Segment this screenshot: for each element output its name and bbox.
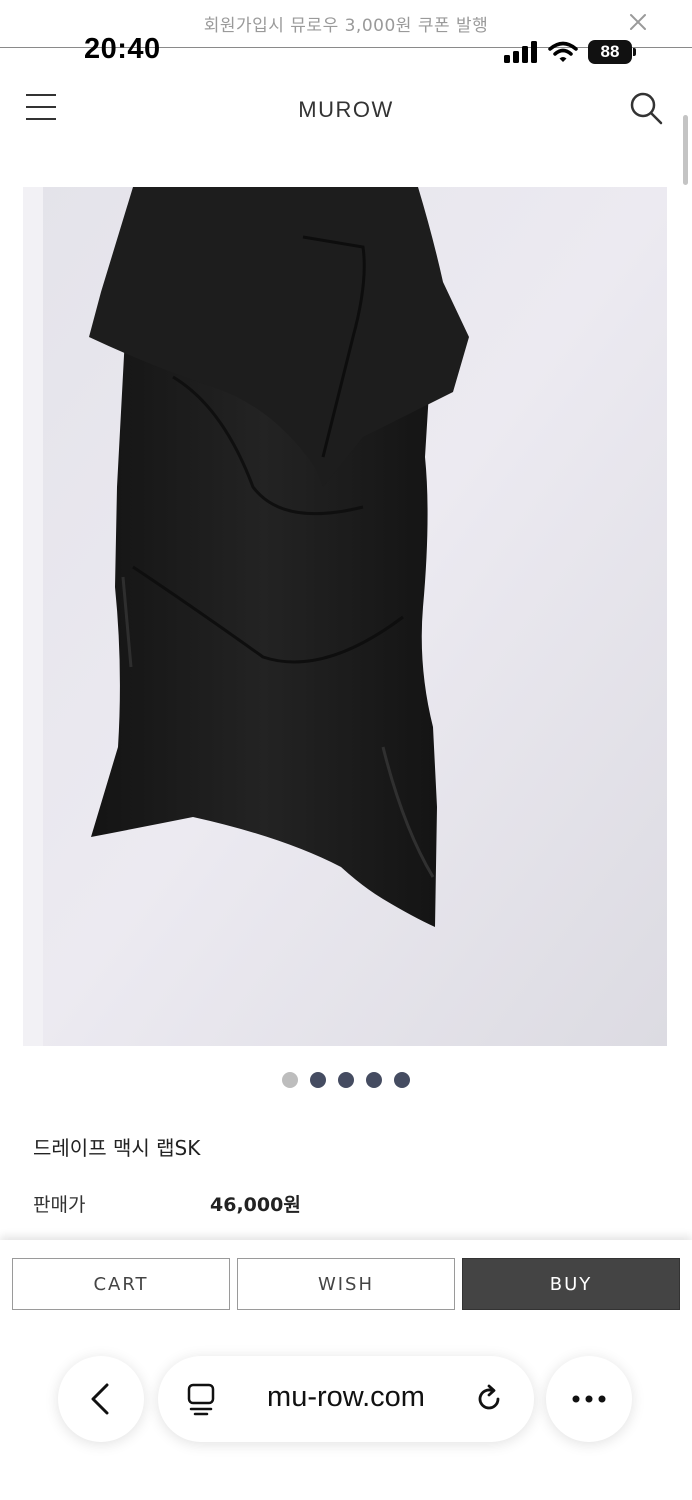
- address-bar[interactable]: mu-row.com: [158, 1356, 534, 1442]
- battery-icon: 88: [588, 40, 636, 64]
- cart-button[interactable]: CART: [12, 1258, 230, 1310]
- browser-toolbar: mu-row.com: [0, 1320, 692, 1500]
- status-icons: 88: [504, 38, 636, 66]
- more-options-button[interactable]: [546, 1356, 632, 1442]
- close-icon[interactable]: [626, 10, 650, 34]
- signal-icon: [504, 41, 537, 63]
- product-name: 드레이프 맥시 랩SK: [33, 1136, 201, 1160]
- carousel-dot[interactable]: [338, 1072, 354, 1088]
- product-image[interactable]: [23, 187, 667, 1046]
- site-logo[interactable]: MUROW: [0, 97, 692, 123]
- wish-button[interactable]: WISH: [237, 1258, 455, 1310]
- more-icon: [572, 1395, 606, 1403]
- carousel-dot[interactable]: [310, 1072, 326, 1088]
- reload-icon[interactable]: [472, 1382, 506, 1416]
- page-scrollbar[interactable]: [683, 115, 688, 185]
- price-value: 46,000원: [210, 1194, 301, 1216]
- carousel-dot[interactable]: [394, 1072, 410, 1088]
- carousel-dot[interactable]: [366, 1072, 382, 1088]
- search-icon[interactable]: [628, 90, 664, 126]
- wifi-icon: [548, 41, 578, 62]
- buy-button[interactable]: BUY: [462, 1258, 680, 1310]
- carousel-dot-active[interactable]: [282, 1072, 298, 1088]
- status-time: 20:40: [84, 33, 161, 65]
- price-label: 판매가: [33, 1194, 86, 1216]
- site-header: MUROW: [0, 72, 692, 144]
- chevron-left-icon: [91, 1383, 109, 1415]
- image-carousel-indicators: [0, 1072, 692, 1088]
- purchase-action-bar: CART WISH BUY: [0, 1240, 692, 1320]
- back-button[interactable]: [58, 1356, 144, 1442]
